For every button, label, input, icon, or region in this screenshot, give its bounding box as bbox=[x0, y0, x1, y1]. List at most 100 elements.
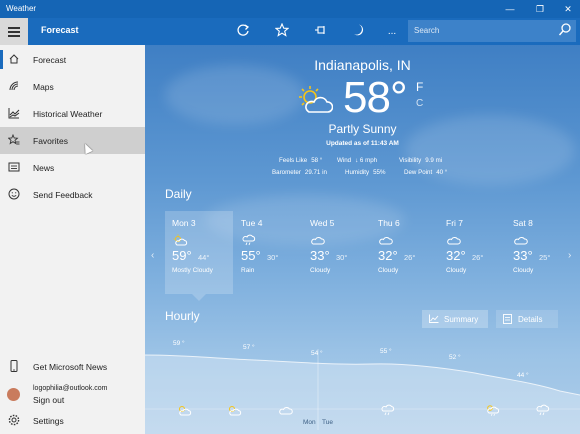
detail-value: 58 ° bbox=[311, 157, 323, 164]
minimize-button[interactable]: — bbox=[496, 0, 524, 18]
detail-label: Visibility bbox=[399, 157, 422, 164]
background-cloud bbox=[165, 65, 305, 125]
day-low: 26° bbox=[472, 253, 484, 262]
pin-icon[interactable] bbox=[312, 23, 330, 41]
summary-button[interactable]: Summary bbox=[422, 310, 488, 328]
detail-value: 55% bbox=[373, 169, 386, 176]
list-icon bbox=[503, 314, 512, 326]
chart-icon bbox=[8, 107, 20, 119]
day-high: 55° bbox=[241, 248, 261, 263]
partly-sunny-icon bbox=[172, 233, 188, 246]
selected-day-pointer bbox=[192, 294, 206, 301]
section-title: Forecast bbox=[41, 25, 79, 35]
get-microsoft-news-link[interactable]: Get Microsoft News bbox=[0, 353, 145, 380]
partly-sunny-icon bbox=[226, 403, 242, 421]
partly-sunny-icon bbox=[297, 85, 334, 115]
day-tile-tue[interactable]: Tue 4 55° 30° Rain bbox=[234, 211, 302, 294]
humidity-detail: Humidity 55% bbox=[345, 169, 385, 176]
sidebar-item-forecast[interactable]: Forecast bbox=[0, 46, 145, 73]
rain-cloud-icon bbox=[535, 403, 551, 421]
day-name: Tue 4 bbox=[241, 218, 263, 228]
day-tile-sat[interactable]: Sat 8 33° 25° Cloudy bbox=[506, 211, 574, 294]
chevron-left-icon[interactable]: ‹ bbox=[151, 250, 154, 261]
current-temperature: 58° bbox=[343, 73, 408, 122]
map-icon bbox=[8, 80, 20, 92]
phone-icon bbox=[8, 360, 20, 372]
hourly-day-label: Tue bbox=[322, 419, 333, 426]
sidebar-item-label: News bbox=[33, 163, 55, 173]
hamburger-menu-button[interactable] bbox=[0, 18, 28, 45]
settings-label: Settings bbox=[33, 416, 64, 426]
visibility-detail: Visibility 9.9 mi bbox=[399, 157, 442, 164]
sidebar-item-label: Send Feedback bbox=[33, 190, 93, 200]
account-email: logophilia@outlook.com bbox=[33, 385, 108, 392]
partly-sunny-rain-icon bbox=[484, 403, 500, 421]
celsius-toggle[interactable]: C bbox=[416, 98, 423, 109]
menu-line-icon bbox=[8, 27, 20, 29]
day-condition: Cloudy bbox=[310, 267, 331, 274]
home-icon bbox=[8, 53, 20, 65]
search-input[interactable]: Search bbox=[414, 26, 439, 35]
sign-out-link[interactable]: Sign out bbox=[33, 395, 64, 405]
feels-like-detail: Feels Like 58 ° bbox=[279, 157, 322, 164]
hour-temp-label: 44 ° bbox=[517, 372, 529, 379]
day-name: Thu 6 bbox=[378, 218, 400, 228]
refresh-icon[interactable] bbox=[234, 23, 252, 41]
day-high: 32° bbox=[446, 248, 466, 263]
day-name: Fri 7 bbox=[446, 218, 463, 228]
sidebar-item-favorites[interactable]: Favorites bbox=[0, 127, 145, 154]
details-label: Details bbox=[518, 315, 543, 324]
sidebar-item-label: Forecast bbox=[33, 55, 67, 65]
settings-link[interactable]: Settings bbox=[0, 407, 145, 434]
news-icon bbox=[8, 161, 20, 173]
detail-value: ↓ 6 mph bbox=[355, 157, 378, 164]
detail-label: Humidity bbox=[345, 169, 370, 176]
search-box[interactable]: Search bbox=[408, 20, 576, 42]
day-condition: Cloudy bbox=[513, 267, 534, 274]
search-icon[interactable] bbox=[558, 22, 572, 41]
day-tile-fri[interactable]: Fri 7 32° 26° Cloudy bbox=[439, 211, 507, 294]
detail-value: 9.9 mi bbox=[425, 157, 443, 164]
wind-detail: Wind ↓ 6 mph bbox=[337, 157, 377, 164]
title-bar: Weather — ❐ ✕ bbox=[0, 0, 580, 18]
city-name: Indianapolis, IN bbox=[314, 57, 411, 73]
sidebar: Forecast Maps Historical Weather Favorit… bbox=[0, 45, 145, 434]
hourly-chart: 59 ° 57 ° 54 ° 55 ° 52 ° 44 ° Mon Tue bbox=[145, 335, 580, 434]
smiley-icon bbox=[8, 188, 20, 200]
cloud-icon bbox=[310, 233, 326, 245]
hourly-temperature-area bbox=[145, 355, 580, 434]
sidebar-item-send-feedback[interactable]: Send Feedback bbox=[0, 181, 145, 208]
day-tile-wed[interactable]: Wed 5 33° 30° Cloudy bbox=[303, 211, 371, 294]
avatar[interactable] bbox=[7, 388, 20, 401]
star-list-icon bbox=[7, 133, 20, 146]
day-tile-thu[interactable]: Thu 6 32° 26° Cloudy bbox=[371, 211, 439, 294]
details-button[interactable]: Details bbox=[496, 310, 558, 328]
detail-value: 40 ° bbox=[436, 169, 448, 176]
sidebar-item-historical-weather[interactable]: Historical Weather bbox=[0, 100, 145, 127]
hourly-heading: Hourly bbox=[165, 309, 200, 323]
dew-point-detail: Dew Point 40 ° bbox=[404, 169, 447, 176]
close-button[interactable]: ✕ bbox=[554, 0, 580, 18]
partly-sunny-icon bbox=[176, 403, 192, 421]
detail-label: Dew Point bbox=[404, 169, 433, 176]
more-icon[interactable]: ... bbox=[383, 23, 401, 41]
fahrenheit-toggle[interactable]: F bbox=[416, 80, 423, 94]
day-low: 30° bbox=[336, 253, 348, 262]
sidebar-item-label: Historical Weather bbox=[33, 109, 103, 119]
chart-icon bbox=[429, 314, 439, 325]
moon-icon[interactable] bbox=[349, 23, 367, 41]
sidebar-item-label: Favorites bbox=[33, 136, 68, 146]
sidebar-item-maps[interactable]: Maps bbox=[0, 73, 145, 100]
maximize-button[interactable]: ❐ bbox=[526, 0, 554, 18]
detail-label: Barometer bbox=[272, 169, 301, 176]
favorite-star-icon[interactable] bbox=[273, 22, 291, 41]
rain-cloud-icon bbox=[241, 233, 257, 246]
day-condition: Cloudy bbox=[378, 267, 399, 274]
day-tile-mon[interactable]: Mon 3 59° 44° Mostly Cloudy bbox=[165, 211, 233, 294]
updated-time: Updated as of 11:43 AM bbox=[326, 140, 399, 147]
detail-label: Wind bbox=[337, 157, 352, 164]
hourly-day-label: Mon bbox=[303, 419, 316, 426]
app-title: Weather bbox=[6, 4, 37, 13]
menu-line-icon bbox=[8, 35, 20, 37]
sidebar-item-news[interactable]: News bbox=[0, 154, 145, 181]
